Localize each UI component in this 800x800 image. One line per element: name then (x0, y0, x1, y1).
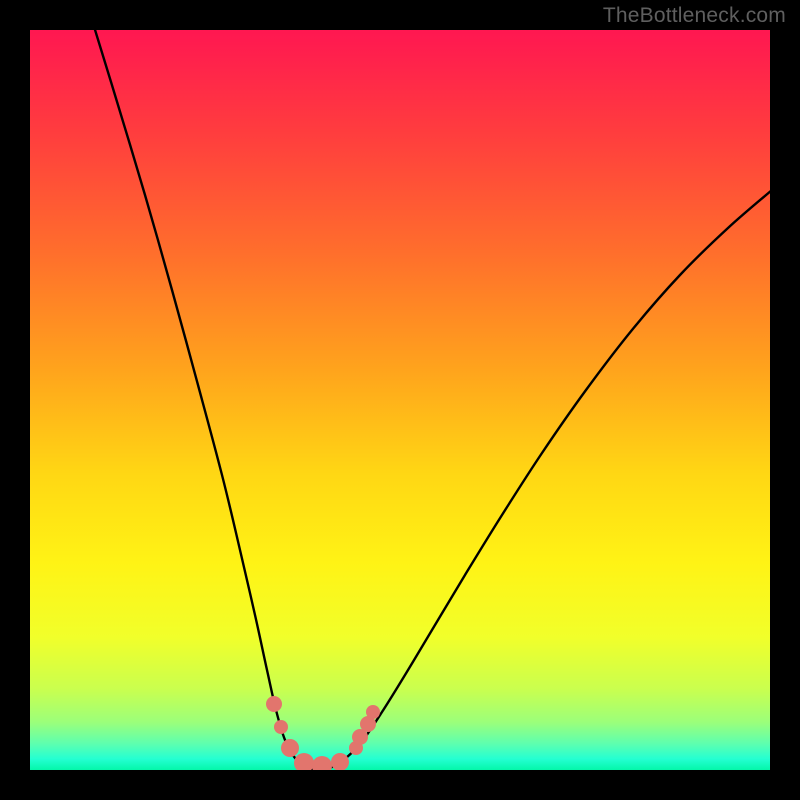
data-markers (266, 696, 380, 770)
data-marker (274, 720, 288, 734)
right-curve (318, 190, 770, 770)
watermark-text: TheBottleneck.com (603, 4, 786, 28)
data-marker (281, 739, 299, 757)
data-marker (312, 756, 332, 770)
data-marker (331, 753, 349, 770)
plot-area (30, 30, 770, 770)
data-marker (294, 753, 314, 770)
left-curve (92, 30, 318, 770)
curve-layer (30, 30, 770, 770)
chart-stage: TheBottleneck.com (0, 0, 800, 800)
data-marker (366, 705, 380, 719)
data-marker (266, 696, 282, 712)
